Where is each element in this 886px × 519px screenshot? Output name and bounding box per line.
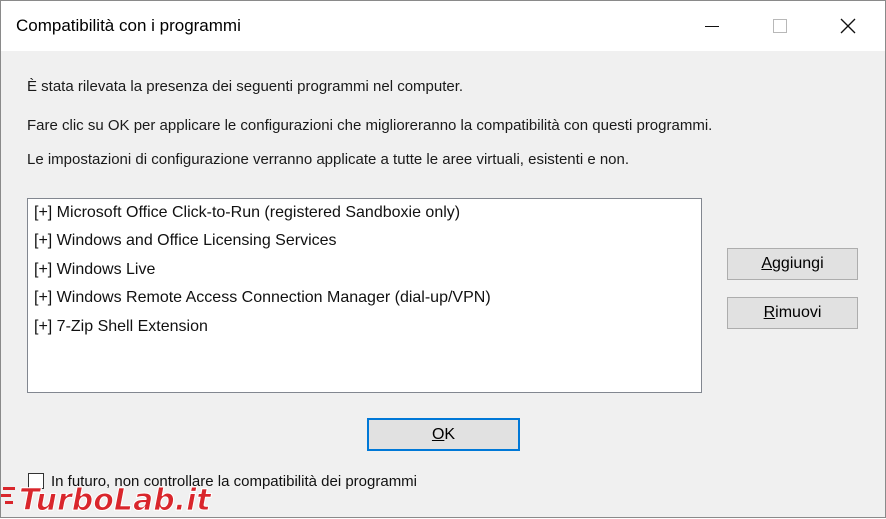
list-item[interactable]: [+] Windows and Office Licensing Service…: [34, 232, 337, 250]
maximize-button[interactable]: [749, 1, 811, 51]
remove-button-label: imuovi: [775, 304, 822, 321]
list-item[interactable]: [+] 7-Zip Shell Extension: [34, 318, 208, 336]
close-icon: [840, 18, 856, 34]
title-bar[interactable]: Compatibilità con i programmi: [1, 1, 885, 51]
message-detected: È stata rilevata la presenza dei seguent…: [27, 78, 464, 95]
ok-button[interactable]: OK: [367, 418, 520, 451]
remove-button[interactable]: Rimuovi: [727, 297, 858, 329]
dialog-window: Compatibilità con i programmi È stata ri…: [0, 0, 886, 519]
message-scope: Le impostazioni di configurazione verran…: [27, 151, 630, 168]
list-item[interactable]: [+] Windows Live: [34, 261, 155, 279]
turbolab-logo: TurboLab.it: [1, 483, 213, 519]
add-button[interactable]: Aggiungi: [727, 248, 858, 280]
logo-stripe: [5, 501, 13, 504]
ok-button-label: K: [444, 425, 456, 443]
logo-text: TurboLab.it: [19, 483, 212, 518]
minimize-icon: [705, 25, 719, 27]
maximize-icon: [773, 19, 787, 33]
list-item[interactable]: [+] Microsoft Office Click-to-Run (regis…: [34, 204, 460, 222]
add-button-accesskey: A: [761, 255, 773, 272]
close-button[interactable]: [817, 1, 879, 51]
window-title: Compatibilità con i programmi: [16, 16, 241, 35]
ok-button-accesskey: O: [431, 425, 445, 443]
message-instructions: Fare clic su OK per applicare le configu…: [27, 117, 713, 134]
minimize-button[interactable]: [681, 1, 743, 51]
remove-button-accesskey: R: [763, 304, 776, 321]
add-button-label: ggiungi: [772, 255, 824, 272]
list-item[interactable]: [+] Windows Remote Access Connection Man…: [34, 289, 491, 307]
logo-stripe: [1, 494, 11, 497]
programs-list[interactable]: [+] Microsoft Office Click-to-Run (regis…: [27, 198, 702, 393]
logo-stripe: [3, 487, 15, 490]
